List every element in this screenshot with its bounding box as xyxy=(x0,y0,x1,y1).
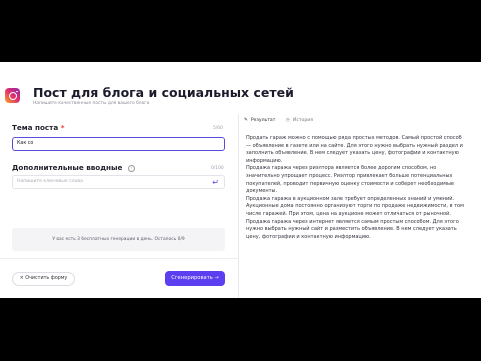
result-text: Продать гараж можно с помощью ряда прост… xyxy=(246,135,468,241)
keywords-char-count: 0/100 xyxy=(211,166,224,171)
quota-text: У вас есть 3 бесплатных генерации в день… xyxy=(52,237,185,242)
tab-result[interactable]: ✎ Результат xyxy=(244,118,275,123)
result-paragraph: Продажа гаража через риэлтора является б… xyxy=(246,165,454,195)
topic-label-text: Тема поста xyxy=(12,123,59,132)
arrow-right-icon: → xyxy=(214,275,219,281)
pencil-icon: ✎ xyxy=(244,118,248,123)
required-marker: * xyxy=(60,123,65,132)
page-title: Пост для блога и социальных сетей xyxy=(33,85,294,100)
topic-input[interactable]: Как со xyxy=(12,137,225,151)
close-icon: × xyxy=(19,276,24,281)
topic-char-count: 5/60 xyxy=(213,126,223,131)
instagram-icon xyxy=(5,88,20,103)
enter-icon[interactable]: ↵ xyxy=(212,177,219,188)
clear-form-label: Очистить форму xyxy=(25,276,68,281)
tab-result-label: Результат xyxy=(250,118,276,123)
result-paragraph: Продажа гаража в аукционном зале требует… xyxy=(246,195,464,217)
generate-label: Сгенерировать xyxy=(171,275,213,281)
clear-form-button[interactable]: × Очистить форму xyxy=(12,272,75,286)
column-divider xyxy=(238,114,239,298)
result-paragraph: Продать гараж можно с помощью ряда прост… xyxy=(246,135,463,164)
keywords-label-text: Дополнительные вводные xyxy=(12,163,123,172)
topic-input-value: Как со xyxy=(17,141,34,146)
tab-history-label: История xyxy=(292,118,314,123)
result-tabs: ✎ Результат ◷ История xyxy=(244,118,322,123)
generate-button[interactable]: Сгенерировать → xyxy=(165,271,225,286)
topic-label: Тема поста * xyxy=(12,123,64,132)
footer-divider xyxy=(0,258,238,259)
keywords-placeholder: Напишите ключевые слова xyxy=(17,179,83,184)
quota-notice: У вас есть 3 бесплатных генерации в день… xyxy=(12,228,225,251)
tab-history[interactable]: ◷ История xyxy=(286,118,313,123)
history-icon: ◷ xyxy=(285,118,290,123)
info-icon[interactable]: i xyxy=(127,164,135,172)
page-subtitle: Напишите качественные посты для вашего б… xyxy=(33,101,150,106)
keywords-label: Дополнительные вводные i xyxy=(12,163,135,172)
keywords-input[interactable]: Напишите ключевые слова ↵ xyxy=(12,175,225,189)
result-paragraph: Продажа гаража через интернет является с… xyxy=(246,218,459,240)
app-window: Пост для блога и социальных сетей Напиши… xyxy=(0,62,481,298)
